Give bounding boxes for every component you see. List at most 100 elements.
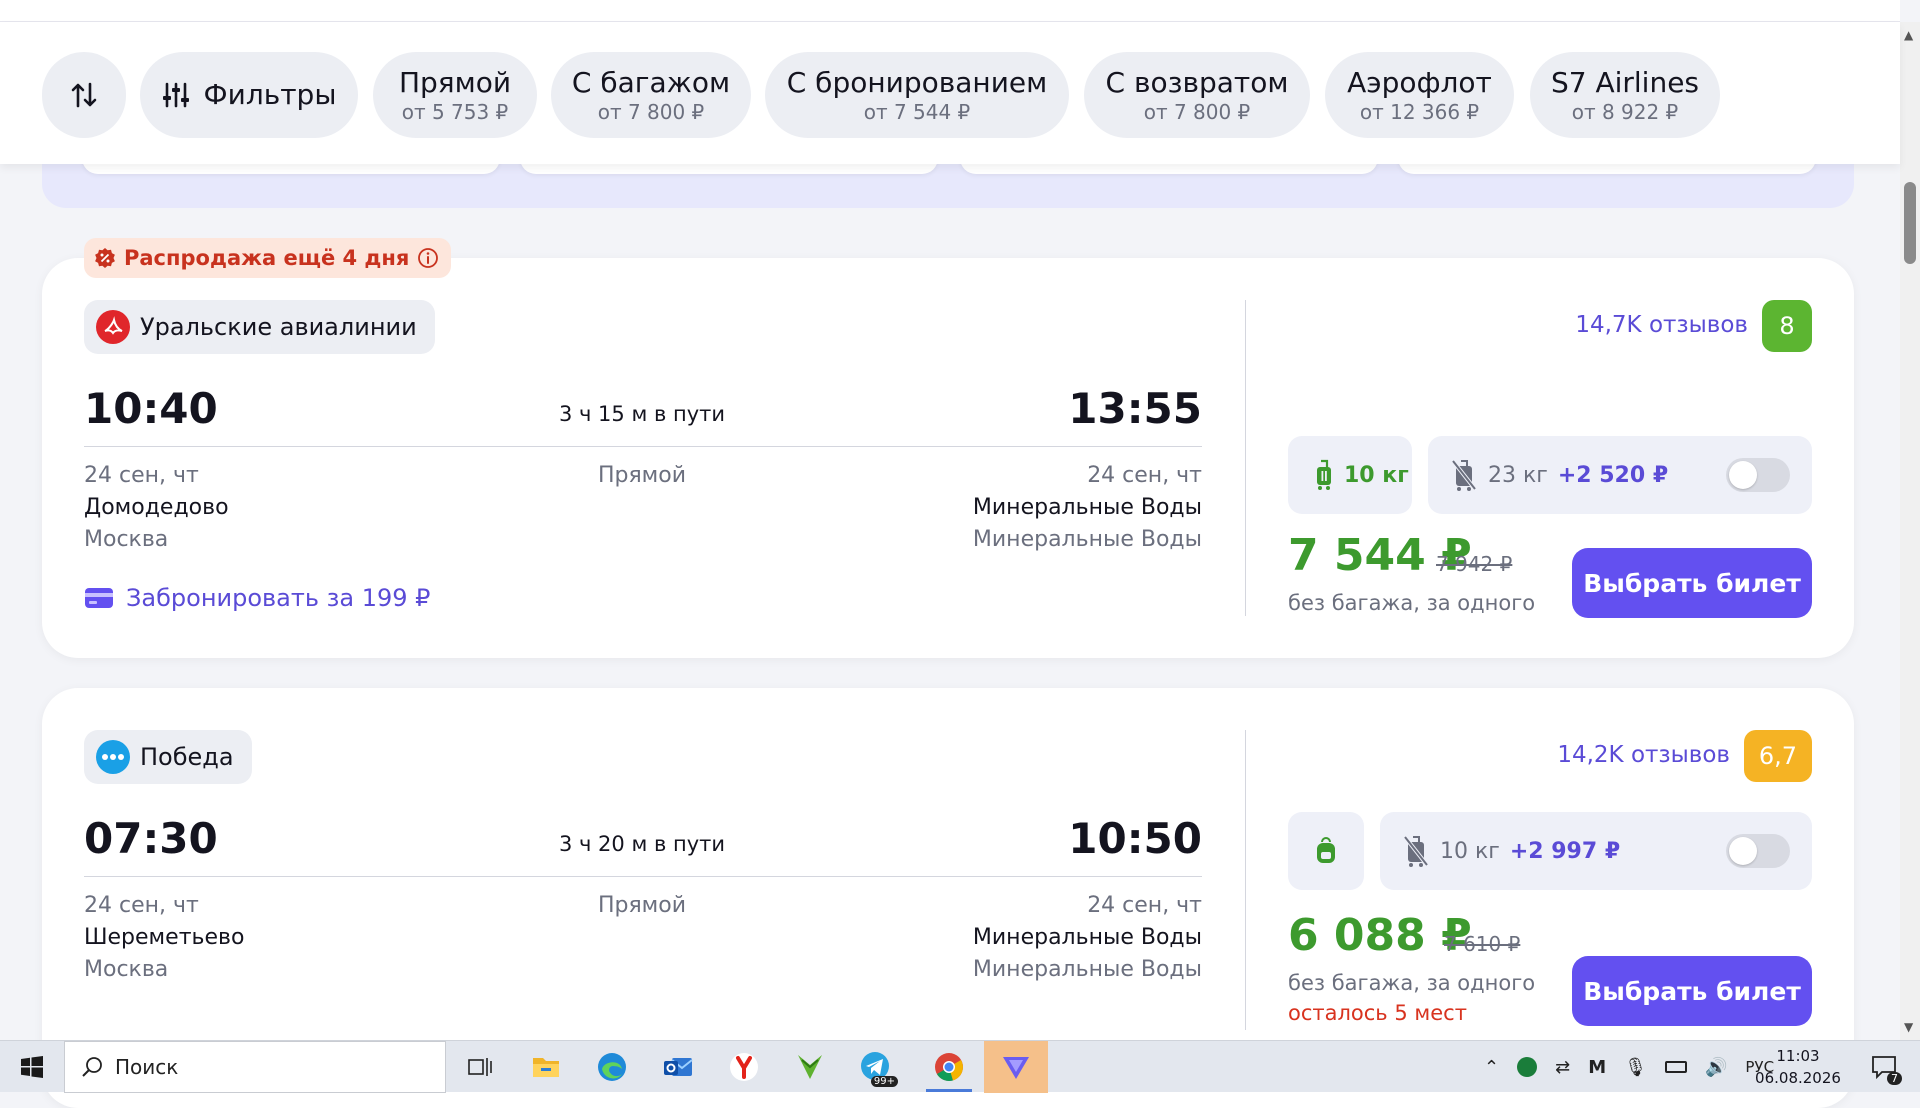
select-ticket-button[interactable]: Выбрать билет	[1572, 956, 1812, 1026]
checked-baggage-price: +2 997 ₽	[1509, 838, 1621, 864]
clock[interactable]: 11:03 06.08.2026	[1750, 1045, 1846, 1089]
notification-center-icon[interactable]: 7	[1866, 1049, 1902, 1085]
hand-luggage-icon	[1317, 459, 1331, 490]
departure-city: Москва	[84, 527, 169, 552]
arrival-time: 10:50	[1068, 814, 1202, 863]
book-link-label: Забронировать за 199 ₽	[126, 584, 431, 612]
vertical-divider	[1245, 730, 1246, 1030]
baggage-toggle[interactable]	[1726, 458, 1790, 492]
flight-card[interactable]: Уральские авиалинии 10:40 3 ч 15 м в пут…	[42, 258, 1854, 658]
departure-date: 24 сен, чт	[84, 463, 199, 488]
hand-baggage-weight: 10 кг	[1344, 462, 1409, 488]
outlook-icon[interactable]	[660, 1049, 696, 1085]
departure-airport: Домодедово	[84, 495, 229, 520]
scroll-up-icon[interactable]: ▲	[1904, 28, 1913, 42]
percent-badge-icon	[95, 248, 115, 268]
chip-direct[interactable]: Прямой от 5 753 ₽	[373, 52, 537, 138]
checked-baggage-weight: 23 кг	[1488, 462, 1548, 488]
pobeda-logo-icon	[96, 740, 130, 774]
chip-subtitle: от 5 753 ₽	[401, 100, 509, 124]
airline-badge: Уральские авиалинии	[84, 300, 435, 354]
tray-chevron-up-icon[interactable]: ⌃	[1484, 1057, 1499, 1078]
baggage-toggle[interactable]	[1726, 834, 1790, 868]
flight-duration: 3 ч 20 м в пути	[558, 832, 726, 856]
chip-title: С багажом	[571, 66, 731, 99]
select-ticket-button[interactable]: Выбрать билет	[1572, 548, 1812, 618]
reviews-link[interactable]: 14,7K отзывов	[1575, 312, 1748, 338]
personal-item-option	[1288, 812, 1364, 890]
divider	[84, 446, 1202, 447]
travel-app-icon	[1003, 1057, 1029, 1079]
windows-logo-icon	[21, 1056, 43, 1078]
chip-baggage[interactable]: С багажом от 7 800 ₽	[551, 52, 751, 138]
filters-button[interactable]: Фильтры	[140, 52, 358, 138]
sort-button[interactable]	[42, 52, 126, 138]
arrival-time: 13:55	[1068, 384, 1202, 433]
telegram-icon[interactable]: 99+	[858, 1049, 898, 1087]
departure-time: 10:40	[84, 384, 218, 433]
checked-baggage-option[interactable]: 10 кг +2 997 ₽	[1380, 812, 1812, 890]
departure-city: Москва	[84, 957, 169, 982]
chip-title: Аэрофлот	[1347, 66, 1492, 99]
checked-baggage-price: +2 520 ₽	[1557, 462, 1669, 488]
page-scrollbar[interactable]: ▲ ▼	[1900, 22, 1920, 1040]
no-baggage-icon	[1451, 459, 1477, 491]
active-app-tile[interactable]	[984, 1041, 1048, 1093]
chip-subtitle: от 12 366 ₽	[1359, 100, 1480, 124]
notification-count: 7	[1887, 1072, 1902, 1085]
chip-title: С бронированием	[786, 66, 1048, 99]
chip-title: S7 Airlines	[1550, 66, 1700, 99]
arrival-city: Минеральные Воды	[972, 527, 1202, 552]
chip-refund[interactable]: С возвратом от 7 800 ₽	[1084, 52, 1310, 138]
old-price: 7 942 ₽	[1436, 552, 1513, 576]
taskbar-search[interactable]: Поиск	[64, 1041, 446, 1093]
sale-badge: Распродажа ещё 4 дня	[84, 238, 452, 278]
chip-subtitle: от 8 922 ₽	[1571, 100, 1679, 124]
book-link[interactable]: Забронировать за 199 ₽	[84, 584, 430, 612]
sliders-icon	[162, 82, 189, 108]
start-button[interactable]	[14, 1049, 50, 1085]
file-explorer-icon[interactable]	[528, 1049, 564, 1085]
chip-aeroflot[interactable]: Аэрофлот от 12 366 ₽	[1325, 52, 1514, 138]
tray-sync-icon[interactable]: ⇄	[1555, 1057, 1570, 1078]
info-icon[interactable]	[417, 247, 439, 269]
windows-taskbar: Поиск 99+ ⌃ ⇄ M 🎙 🔊 РУС 11:03 06.08.2026…	[0, 1040, 1920, 1093]
stops-label: Прямой	[597, 893, 687, 918]
scroll-down-icon[interactable]: ▼	[1904, 1020, 1913, 1034]
reviews-link[interactable]: 14,2K отзывов	[1557, 742, 1730, 768]
price-note: без багажа, за одного	[1288, 971, 1536, 995]
volume-icon[interactable]: 🔊	[1705, 1057, 1727, 1078]
stops-label: Прямой	[597, 463, 687, 488]
task-view-icon[interactable]	[462, 1049, 498, 1085]
vertical-divider	[1245, 300, 1246, 616]
telegram-badge: 99+	[870, 1076, 898, 1087]
seats-left-warning: осталось 5 мест	[1288, 1001, 1467, 1025]
checked-baggage-option[interactable]: 23 кг +2 520 ₽	[1428, 436, 1812, 514]
filter-bar: Фильтры Прямой от 5 753 ₽ С багажом от 7…	[0, 22, 1900, 164]
tray-app-icon[interactable]	[1517, 1057, 1538, 1077]
edge-browser-icon[interactable]	[594, 1049, 630, 1085]
ural-airlines-logo-icon	[96, 310, 130, 344]
microphone-icon[interactable]: 🎙	[1624, 1057, 1647, 1078]
battery-icon[interactable]	[1664, 1061, 1687, 1073]
departure-time: 07:30	[84, 814, 218, 863]
chip-subtitle: от 7 800 ₽	[597, 100, 705, 124]
scrollbar-thumb[interactable]	[1904, 182, 1916, 264]
chip-title: С возвратом	[1105, 66, 1289, 99]
price-note: без багажа, за одного	[1288, 591, 1536, 615]
rating-badge: 8	[1762, 300, 1812, 352]
chrome-icon[interactable]	[930, 1049, 968, 1085]
departure-airport: Шереметьево	[84, 925, 245, 950]
backpack-icon	[1317, 837, 1335, 863]
chip-s7[interactable]: S7 Airlines от 8 922 ₽	[1530, 52, 1720, 138]
arrival-airport: Минеральные Воды	[972, 495, 1202, 520]
tray-meter-icon[interactable]: M	[1588, 1057, 1606, 1078]
chip-subtitle: от 7 800 ₽	[1143, 100, 1251, 124]
yandex-browser-icon[interactable]	[726, 1049, 762, 1085]
system-tray: ⌃ ⇄ M 🎙 🔊 РУС	[1484, 1041, 1774, 1093]
clock-date: 06.08.2026	[1755, 1069, 1841, 1087]
chip-booking[interactable]: С бронированием от 7 544 ₽	[765, 52, 1069, 138]
arrival-date: 24 сен, чт	[1087, 893, 1202, 918]
download-manager-icon[interactable]	[792, 1049, 828, 1085]
airline-badge: Победа	[84, 730, 252, 784]
